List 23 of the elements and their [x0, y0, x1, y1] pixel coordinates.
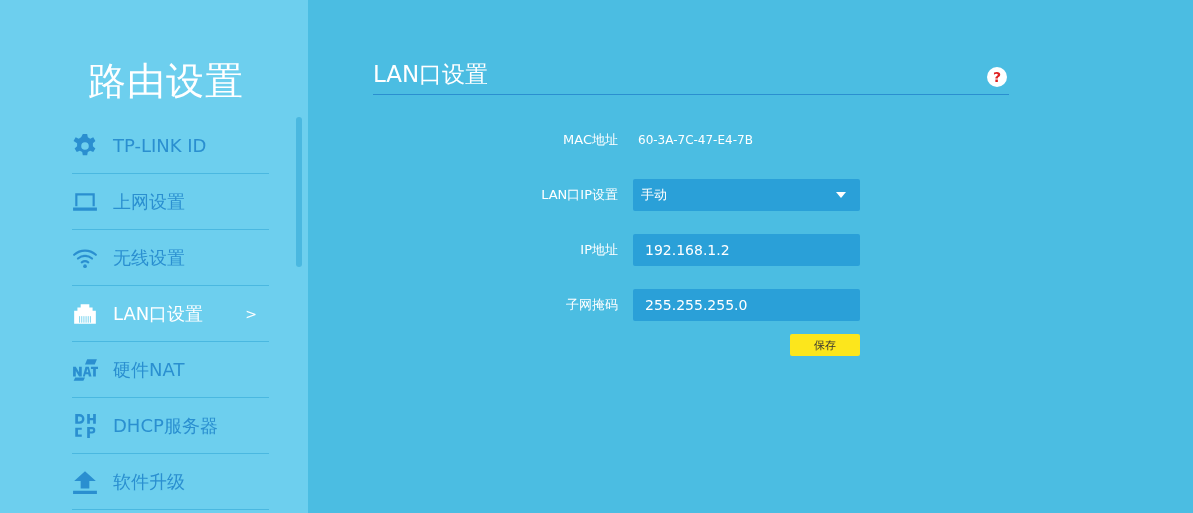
dhcp-icon	[72, 412, 98, 439]
sidebar-item[interactable]: TP-LINK ID	[72, 118, 269, 174]
input-field[interactable]: 255.255.255.0	[633, 289, 860, 321]
sidebar-item[interactable]: 软件升级	[72, 454, 269, 510]
help-button[interactable]: ?	[987, 66, 1007, 87]
nat-icon	[72, 356, 98, 383]
dropdown[interactable]: 手动	[633, 179, 860, 211]
save-button[interactable]: 保存	[790, 334, 860, 356]
sidebar-item[interactable]: 无线设置	[72, 230, 269, 286]
field-label: IP地址	[579, 241, 618, 259]
sidebar-title: 路由设置	[87, 58, 245, 105]
sidebar-item[interactable]: DHCP服务器	[72, 398, 269, 454]
sidebar-item[interactable]: LAN口设置 >	[72, 286, 269, 342]
sidebar-item[interactable]: 上网设置	[72, 174, 269, 230]
page-title: LAN口设置	[373, 60, 489, 89]
field-label: 子网掩码	[565, 296, 618, 314]
input-field[interactable]: 192.168.1.2	[633, 234, 860, 266]
sidebar-item[interactable]: 硬件NAT	[72, 342, 269, 398]
caret-icon	[836, 192, 846, 198]
scrollbar[interactable]	[296, 117, 302, 267]
field-label: MAC地址	[562, 131, 618, 149]
field-label: LAN口IP设置	[540, 186, 618, 204]
mac-address-value: 60-3A-7C-47-E4-7B	[637, 133, 753, 147]
